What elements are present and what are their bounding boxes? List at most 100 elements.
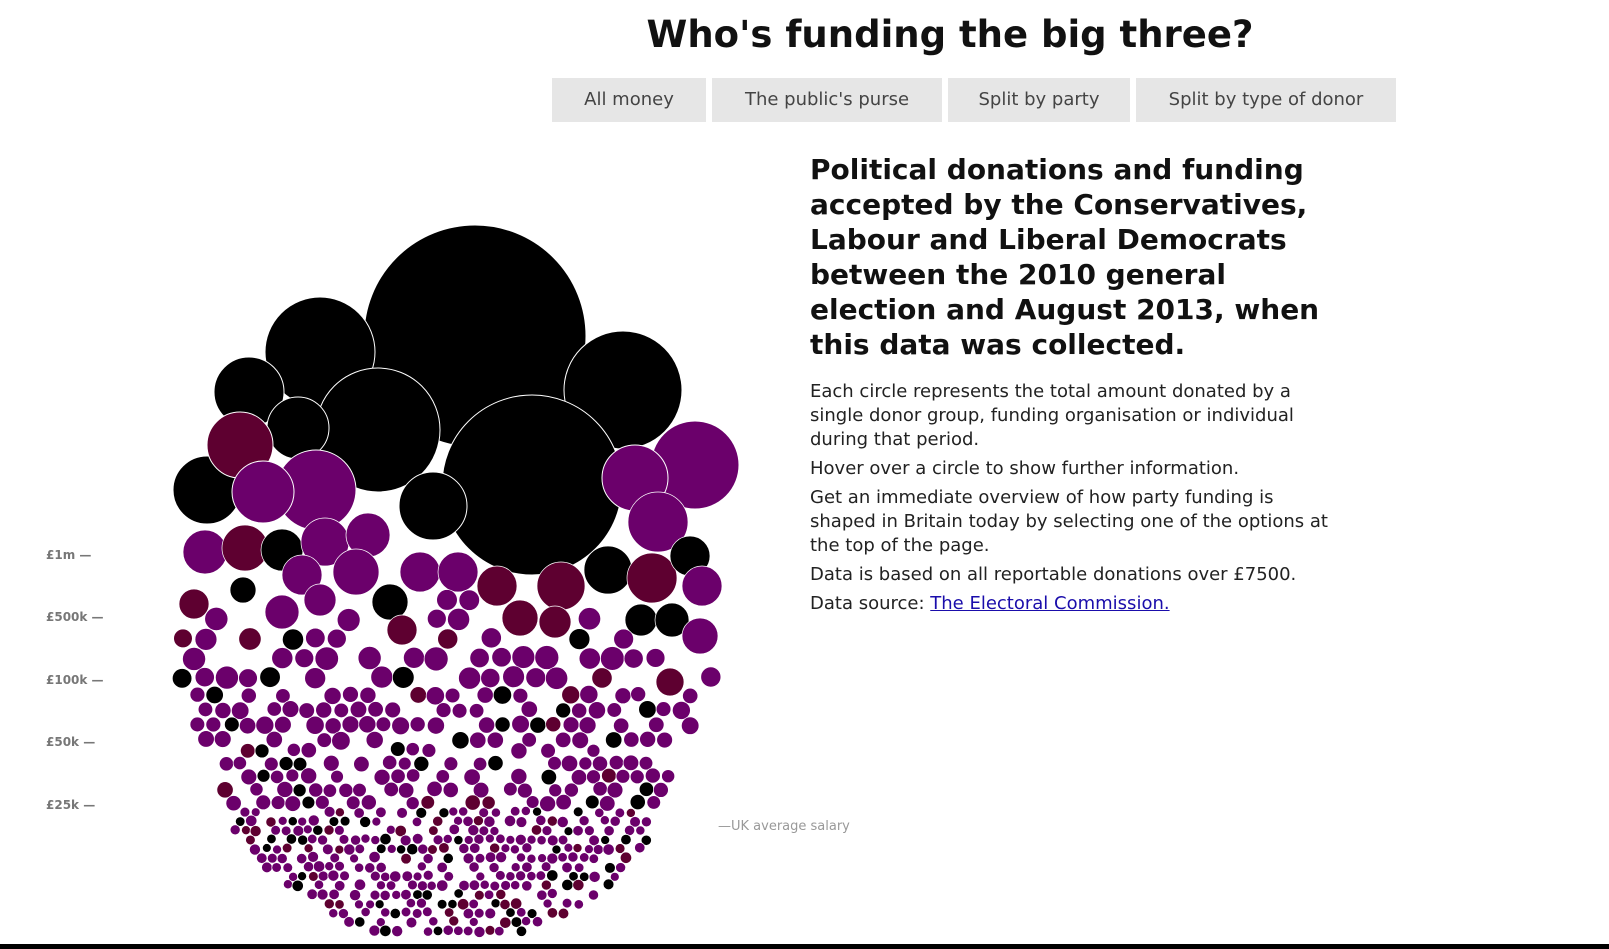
donor-circle[interactable] — [435, 702, 452, 718]
donor-circle[interactable] — [485, 833, 495, 844]
donor-circle[interactable] — [379, 889, 391, 901]
donor-circle[interactable] — [374, 899, 385, 910]
donor-circle[interactable] — [626, 552, 678, 604]
donor-circle[interactable] — [422, 853, 434, 865]
donor-circle[interactable] — [403, 646, 425, 669]
donor-circle[interactable] — [391, 889, 402, 900]
donor-circle[interactable] — [307, 851, 319, 863]
donor-circle[interactable] — [405, 916, 418, 929]
donor-circle[interactable] — [322, 843, 334, 856]
donor-circle[interactable] — [476, 686, 494, 704]
donor-circle[interactable] — [265, 730, 283, 749]
donor-circle[interactable] — [204, 606, 229, 631]
donor-circle[interactable] — [409, 686, 427, 704]
donor-circle[interactable] — [495, 851, 508, 864]
donor-circle[interactable] — [541, 825, 553, 836]
donor-circle[interactable] — [588, 870, 601, 883]
donor-circle[interactable] — [520, 806, 531, 816]
donor-circle[interactable] — [505, 835, 516, 845]
donor-circle[interactable] — [592, 844, 604, 855]
donor-circle[interactable] — [539, 795, 556, 813]
donor-circle[interactable] — [232, 756, 247, 771]
donor-circle[interactable] — [536, 835, 547, 846]
donor-circle[interactable] — [353, 878, 366, 891]
donor-circle[interactable] — [487, 755, 504, 772]
donor-circle[interactable] — [521, 842, 533, 854]
donor-circle[interactable] — [421, 743, 437, 758]
donor-circle[interactable] — [213, 730, 232, 748]
donor-circle[interactable] — [427, 844, 438, 855]
donor-circle[interactable] — [480, 668, 501, 689]
donor-circle[interactable] — [623, 648, 644, 669]
donor-circle[interactable] — [606, 702, 622, 718]
donor-circle[interactable] — [542, 898, 553, 909]
donor-circle[interactable] — [343, 916, 355, 928]
donor-circle[interactable] — [270, 825, 281, 836]
donor-circle[interactable] — [283, 879, 293, 890]
donor-circle[interactable] — [341, 715, 360, 734]
donor-circle[interactable] — [622, 754, 640, 771]
donor-circle[interactable] — [386, 614, 418, 646]
donor-circle[interactable] — [510, 742, 528, 760]
donor-circle[interactable] — [336, 608, 361, 632]
donor-circle[interactable] — [371, 583, 409, 621]
donor-circle[interactable] — [634, 842, 646, 854]
donor-circle[interactable] — [296, 853, 308, 865]
donor-circle[interactable] — [563, 842, 574, 853]
donor-circle[interactable] — [483, 889, 495, 900]
donor-circle[interactable] — [537, 853, 547, 864]
donor-circle[interactable] — [540, 743, 556, 759]
donor-circle[interactable] — [385, 824, 396, 835]
donor-circle[interactable] — [624, 824, 636, 836]
donor-circle[interactable] — [491, 647, 512, 668]
donor-circle[interactable] — [432, 815, 444, 827]
donor-circle[interactable] — [334, 844, 345, 855]
donor-circle[interactable] — [540, 861, 552, 872]
donor-circle[interactable] — [473, 815, 484, 827]
donor-circle[interactable] — [584, 825, 595, 836]
donor-circle[interactable] — [178, 588, 210, 620]
donor-circle[interactable] — [360, 794, 377, 811]
donor-circle[interactable] — [510, 916, 523, 928]
donor-circle[interactable] — [453, 835, 464, 846]
donor-circle[interactable] — [317, 834, 328, 846]
donor-circle[interactable] — [571, 702, 588, 719]
donor-circle[interactable] — [483, 815, 496, 828]
donor-circle[interactable] — [276, 781, 294, 798]
donor-circle[interactable] — [561, 897, 573, 909]
donor-circle[interactable] — [546, 869, 559, 882]
donor-circle[interactable] — [469, 842, 481, 854]
donor-circle[interactable] — [474, 889, 485, 901]
donor-circle[interactable] — [194, 628, 218, 651]
donor-circle[interactable] — [245, 834, 256, 846]
donor-circle[interactable] — [615, 769, 631, 784]
donor-circle[interactable] — [330, 769, 344, 784]
donor-circle[interactable] — [370, 665, 394, 689]
donor-circle[interactable] — [600, 646, 625, 671]
donor-circle[interactable] — [536, 561, 586, 611]
electoral-commission-link[interactable]: The Electoral Commission. — [930, 593, 1169, 614]
donor-circle[interactable] — [379, 833, 392, 846]
donor-circle[interactable] — [328, 908, 339, 919]
donor-circle[interactable] — [391, 716, 410, 736]
donor-circle[interactable] — [284, 795, 301, 812]
donor-circle[interactable] — [276, 853, 288, 864]
donor-circle[interactable] — [619, 851, 633, 864]
donor-circle[interactable] — [338, 834, 350, 845]
donor-circle[interactable] — [512, 687, 529, 704]
donor-circle[interactable] — [588, 834, 600, 847]
donor-circle[interactable] — [412, 871, 423, 882]
donor-circle[interactable] — [546, 815, 558, 827]
donor-circle[interactable] — [606, 781, 624, 799]
donor-circle[interactable] — [301, 795, 316, 810]
donor-circle[interactable] — [447, 607, 471, 631]
donor-circle[interactable] — [578, 815, 590, 827]
donor-circle[interactable] — [495, 833, 506, 844]
donor-circle[interactable] — [281, 842, 293, 854]
donor-circle[interactable] — [417, 843, 429, 855]
donor-circle[interactable] — [521, 916, 532, 927]
donor-circle[interactable] — [661, 769, 676, 784]
donor-circle[interactable] — [308, 871, 319, 882]
donor-circle[interactable] — [656, 731, 673, 749]
donor-circle[interactable] — [368, 924, 381, 937]
